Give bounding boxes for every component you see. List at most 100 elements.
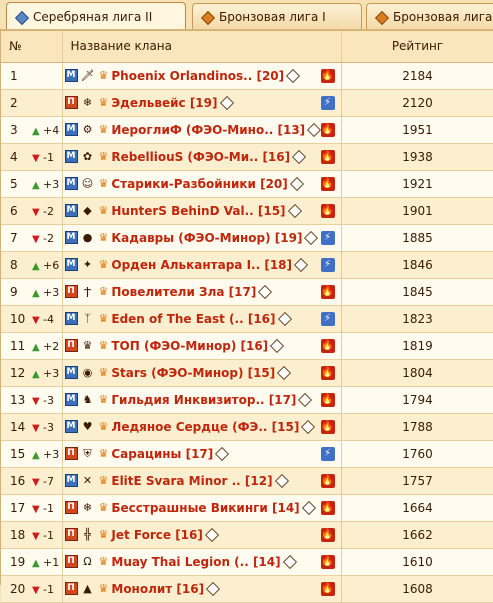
info-icon[interactable] [219,95,234,110]
table-row: 17 ▼ -1 П ❄ ♛ Бесстрашные Викинги [14] 🔥 1664 [1,494,493,522]
rank-change: -1 [43,501,54,515]
lightning-element-icon: ⚡ [320,257,335,272]
fire-element-icon: 🔥 [320,554,335,569]
clan-type-badge-icon: M [64,474,78,487]
rank-change: +2 [43,339,60,353]
arrow-down-icon: ▼ [32,503,40,515]
rating-cell: 2120 [341,89,493,117]
rating-cell: 1951 [341,116,493,144]
table-row: 7 ▼ -2 M ● ♛ Кадавры (ФЭО-Минор) [19] ⚡ 1885 [1,224,493,252]
clan-type-badge-icon: П [64,447,78,460]
rank-change: -1 [43,150,54,164]
clan-cell: П ⛨ ♛ Сарацины [17] ⚡ [62,440,342,468]
clan-cell: M ✿ ♛ RebelliouS (ФЭО-Ми.. [16] 🔥 [62,143,342,171]
table-row: 1 M 🗡 ♛ Phoenix Orlandinos.. [20] 🔥 2184 [1,62,493,90]
rank-number: 18 [10,527,26,542]
clan-name-link[interactable]: ИероглиФ (ФЭО-Мино.. [13] [111,123,305,137]
rating-cell: 1664 [341,494,493,522]
clan-cell: П Ω ♛ Muay Thai Legion (.. [14] 🔥 [62,548,342,576]
clan-name-link[interactable]: Сарацины [17] [111,447,213,461]
clan-type-badge-icon: П [64,555,78,568]
clan-type-badge-icon: П [64,501,78,514]
clan-emblem-icon: ◉ [82,365,93,379]
clan-name-link[interactable]: Ледяное Сердце (ФЭ.. [15] [111,420,299,434]
clan-name-link[interactable]: ТОП (ФЭО-Минор) [16] [111,339,268,353]
clan-name-link[interactable]: ElitE Svara Minor .. [12] [111,474,272,488]
tab-bronze-league-2[interactable]: Бронзовая лига II [366,3,493,29]
info-icon[interactable] [204,527,219,542]
column-header-clan[interactable]: Название клана [62,31,342,63]
bronze-league-icon [201,11,213,23]
clan-name-link[interactable]: Кадавры (ФЭО-Минор) [19] [111,231,302,245]
info-icon[interactable] [289,176,304,191]
clan-name-link[interactable]: Повелители Зла [17] [111,285,256,299]
fire-element-icon: 🔥 [320,68,335,83]
clan-name-link[interactable]: Орден Алькантара I.. [18] [111,258,292,272]
rating-cell: 1788 [341,413,493,441]
rank-number: 10 [10,311,26,326]
tab-silver-league-2[interactable]: Серебряная лига II [6,2,186,29]
info-icon[interactable] [287,203,302,218]
rank-cell: 13 ▼ -3 [1,386,63,414]
crown-icon: ♛ [98,339,109,352]
info-icon[interactable] [304,230,319,245]
info-icon[interactable] [307,122,322,137]
info-icon[interactable] [215,446,230,461]
info-icon[interactable] [298,392,313,407]
arrow-up-icon: ▲ [32,341,40,353]
info-icon[interactable] [270,338,285,353]
tab-bronze-league-1[interactable]: Бронзовая лига I [192,3,362,29]
clan-emblem-icon: ● [82,230,93,244]
clan-name-link[interactable]: Stars (ФЭО-Минор) [15] [111,366,275,380]
clan-type-badge-icon: П [64,285,78,298]
clan-name-link[interactable]: Jet Force [16] [111,528,203,542]
clan-type-badge-icon: П [64,582,78,595]
table-row: 14 ▼ -3 M ♥ ♛ Ледяное Сердце (ФЭ.. [15] 🔥 1788 [1,413,493,441]
clan-cell: M ✦ ♛ Орден Алькантара I.. [18] ⚡ [62,251,342,279]
info-icon[interactable] [258,284,273,299]
rank-number: 7 [10,230,18,245]
rating-cell: 1794 [341,386,493,414]
rank-number: 9 [10,284,18,299]
rank-number: 15 [10,446,26,461]
info-icon[interactable] [274,473,289,488]
lightning-element-icon: ⚡ [320,230,335,245]
rank-number: 13 [10,392,26,407]
info-icon[interactable] [277,311,292,326]
clan-name-link[interactable]: Эдельвейс [19] [111,96,217,110]
clan-emblem-icon: ᛉ [84,311,91,325]
clan-name-link[interactable]: Phoenix Orlandinos.. [20] [111,69,284,83]
rank-cell: 7 ▼ -2 [1,224,63,252]
column-header-num[interactable]: № [1,31,63,63]
clan-name-link[interactable]: Гильдия Инквизитор.. [17] [111,393,296,407]
clan-name-link[interactable]: HunterS BehinD Val.. [15] [111,204,285,218]
info-icon[interactable] [277,365,292,380]
info-icon[interactable] [292,149,307,164]
clan-cell: M ᛉ ♛ Eden of The East (.. [16] ⚡ [62,305,342,333]
rank-change: +3 [43,366,60,380]
rank-change: -1 [43,528,54,542]
info-icon[interactable] [286,68,301,83]
info-icon[interactable] [282,554,297,569]
clan-name-link[interactable]: Монолит [16] [111,582,204,596]
clan-rating-table: № Название клана Рейтинг 1 M 🗡 ♛ Phoenix Orl… [0,30,493,603]
rating-cell: 1610 [341,548,493,576]
rank-cell: 18 ▼ -1 [1,521,63,549]
rank-number: 8 [10,257,18,272]
clan-type-badge-icon: M [64,177,78,190]
clan-name-link[interactable]: Старики-Разбойники [20] [111,177,287,191]
info-icon[interactable] [293,257,309,272]
clan-type-badge-icon: M [64,420,78,433]
info-icon[interactable] [206,581,221,596]
clan-name-link[interactable]: Muay Thai Legion (.. [14] [111,555,280,569]
crown-icon: ♛ [98,501,109,514]
clan-name-link[interactable]: Eden of The East (.. [16] [111,312,275,326]
clan-name-link[interactable]: RebelliouS (ФЭО-Ми.. [16] [111,150,290,164]
crown-icon: ♛ [98,528,109,541]
rank-cell: 19 ▲ +1 [1,548,63,576]
clan-name-link[interactable]: Бесстрашные Викинги [14] [111,501,299,515]
column-header-rating[interactable]: Рейтинг [341,31,493,63]
info-icon[interactable] [301,419,316,434]
arrow-down-icon: ▼ [32,152,40,164]
info-icon[interactable] [301,500,316,515]
